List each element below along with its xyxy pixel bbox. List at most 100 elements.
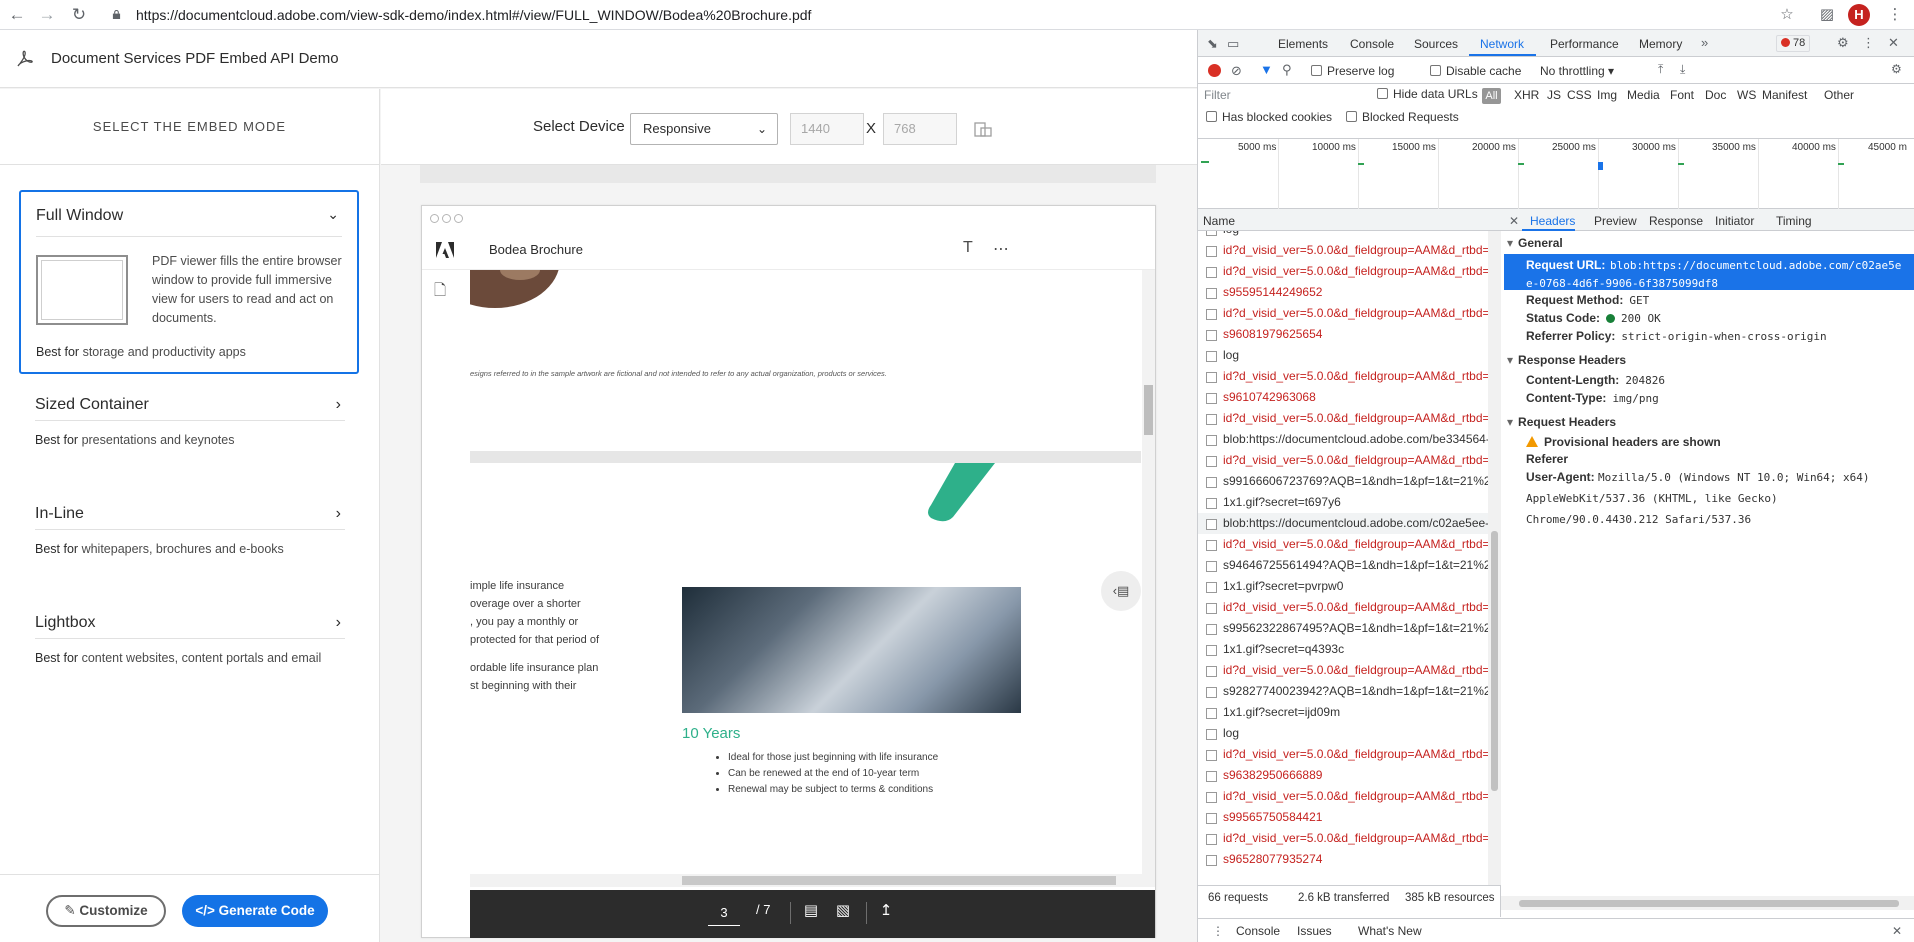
more-tabs-icon[interactable]: » (1701, 35, 1708, 50)
request-row[interactable]: s99166606723769?AQB=1&ndh=1&pf=1&t=21%2F (1198, 471, 1488, 492)
filter-manifest[interactable]: Manifest (1762, 88, 1807, 102)
device-toolbar-icon[interactable]: ▭ (1227, 36, 1239, 52)
browser-menu-icon[interactable]: ⋮ (1884, 4, 1906, 26)
detail-horizontal-scrollbar[interactable] (1501, 896, 1914, 910)
horizontal-scrollbar[interactable] (470, 874, 1155, 887)
request-row[interactable]: 1x1.gif?secret=pvrpw0 (1198, 576, 1488, 597)
mode-lightbox[interactable]: Lightbox › Best for content websites, con… (35, 609, 345, 665)
filter-all-chip[interactable]: All (1482, 88, 1501, 104)
request-row[interactable]: s95595144249652 (1198, 282, 1488, 303)
inspect-element-icon[interactable]: ⬊ (1207, 36, 1218, 52)
tab-initiator[interactable]: Initiator (1715, 214, 1754, 228)
hide-data-urls-checkbox[interactable]: Hide data URLs (1377, 87, 1478, 101)
request-row[interactable]: id?d_visid_ver=5.0.0&d_fieldgroup=AAM&d_… (1198, 660, 1488, 681)
tab-performance[interactable]: Performance (1550, 37, 1619, 51)
filter-js[interactable]: JS (1547, 88, 1561, 102)
request-row[interactable]: id?d_visid_ver=5.0.0&d_fieldgroup=AAM&d_… (1198, 744, 1488, 765)
network-overview-timeline[interactable]: 5000 ms 10000 ms 15000 ms 20000 ms 25000… (1198, 139, 1914, 209)
request-row[interactable]: 1x1.gif?secret=q4393c (1198, 639, 1488, 660)
filter-css[interactable]: CSS (1567, 88, 1592, 102)
request-row[interactable]: s96081979625654 (1198, 324, 1488, 345)
request-row[interactable]: id?d_visid_ver=5.0.0&d_fieldgroup=AAM&d_… (1198, 240, 1488, 261)
filter-ws[interactable]: WS (1737, 88, 1756, 102)
profile-avatar[interactable]: H (1848, 4, 1870, 26)
network-settings-gear-icon[interactable]: ⚙ (1891, 62, 1902, 76)
text-tool-icon[interactable]: T (963, 239, 973, 257)
request-row[interactable]: blob:https://documentcloud.adobe.com/be3… (1198, 429, 1488, 450)
request-row[interactable]: id?d_visid_ver=5.0.0&d_fieldgroup=AAM&d_… (1198, 366, 1488, 387)
filter-input[interactable]: Filter (1204, 88, 1374, 102)
request-row[interactable]: id?d_visid_ver=5.0.0&d_fieldgroup=AAM&d_… (1198, 828, 1488, 849)
mode-sized-container[interactable]: Sized Container › Best for presentations … (35, 391, 345, 447)
request-row[interactable]: s96382950666889 (1198, 765, 1488, 786)
back-icon[interactable]: ← (6, 4, 28, 26)
tab-response[interactable]: Response (1649, 214, 1703, 228)
tab-headers[interactable]: Headers (1530, 214, 1575, 228)
device-dropdown[interactable]: Responsive ⌄ (630, 113, 778, 145)
request-row[interactable]: blob:https://documentcloud.adobe.com/c02… (1198, 513, 1488, 534)
import-har-icon[interactable]: ⤒ (1658, 62, 1663, 77)
request-row[interactable]: s92827740023942?AQB=1&ndh=1&pf=1&t=21%2F (1198, 681, 1488, 702)
page-number-input[interactable]: 3 (708, 900, 740, 926)
drawer-tab-issues[interactable]: Issues (1297, 924, 1332, 938)
address-bar[interactable]: https://documentcloud.adobe.com/view-sdk… (104, 4, 1754, 26)
tab-timing[interactable]: Timing (1776, 214, 1812, 228)
mode-in-line[interactable]: In-Line › Best for whitepapers, brochures… (35, 500, 345, 556)
filter-media[interactable]: Media (1627, 88, 1660, 102)
clear-icon[interactable]: ⊘ (1231, 63, 1242, 79)
customize-button[interactable]: ✎ Customize (46, 895, 166, 927)
filter-font[interactable]: Font (1670, 88, 1694, 102)
chevron-down-icon[interactable]: ⌄ (327, 206, 339, 223)
response-headers-toggle[interactable]: Response Headers (1507, 353, 1626, 367)
width-input[interactable]: 1440 (790, 113, 864, 145)
general-section-toggle[interactable]: General (1507, 236, 1563, 250)
request-row[interactable]: s94646725561494?AQB=1&ndh=1&pf=1&t=21%2F (1198, 555, 1488, 576)
close-detail-icon[interactable]: ✕ (1509, 214, 1519, 228)
request-row[interactable]: id?d_visid_ver=5.0.0&d_fieldgroup=AAM&d_… (1198, 597, 1488, 618)
blocked-requests-checkbox[interactable]: Blocked Requests (1346, 110, 1459, 124)
tab-elements[interactable]: Elements (1278, 37, 1328, 51)
has-blocked-cookies-checkbox[interactable]: Has blocked cookies (1206, 110, 1332, 124)
tab-memory[interactable]: Memory (1639, 37, 1682, 51)
request-row[interactable]: id?d_visid_ver=5.0.0&d_fieldgroup=AAM&d_… (1198, 261, 1488, 282)
extensions-puzzle-icon[interactable]: ▨ (1816, 4, 1838, 26)
request-row[interactable]: s99565750584421 (1198, 807, 1488, 828)
drawer-tab-console[interactable]: Console (1236, 924, 1280, 938)
request-row[interactable]: id?d_visid_ver=5.0.0&d_fieldgroup=AAM&d_… (1198, 408, 1488, 429)
record-icon[interactable] (1208, 64, 1221, 77)
settings-gear-icon[interactable]: ⚙ (1837, 35, 1849, 51)
tab-console[interactable]: Console (1350, 37, 1394, 51)
throttling-dropdown[interactable]: No throttling ▾ (1540, 64, 1614, 78)
tab-sources[interactable]: Sources (1414, 37, 1458, 51)
request-row[interactable]: log (1198, 231, 1488, 240)
disable-cache-checkbox[interactable]: Disable cache (1430, 64, 1521, 78)
fit-width-icon[interactable]: ▧ (832, 901, 854, 925)
request-headers-toggle[interactable]: Request Headers (1507, 415, 1616, 429)
generate-code-button[interactable]: </> Generate Code (182, 895, 328, 927)
chevron-right-icon[interactable]: › (336, 391, 341, 419)
search-icon[interactable]: ⚲ (1282, 62, 1292, 78)
request-row[interactable]: id?d_visid_ver=5.0.0&d_fieldgroup=AAM&d_… (1198, 534, 1488, 555)
filter-funnel-icon[interactable]: ▼ (1260, 62, 1273, 77)
upload-icon[interactable]: ↥ (875, 901, 897, 925)
bookmark-star-icon[interactable]: ☆ (1776, 4, 1798, 26)
request-row[interactable]: id?d_visid_ver=5.0.0&d_fieldgroup=AAM&d_… (1198, 450, 1488, 471)
file-icon[interactable]: 🗋 (434, 280, 446, 305)
request-row[interactable]: s99562322867495?AQB=1&ndh=1&pf=1&t=21%2F (1198, 618, 1488, 639)
request-row[interactable]: 1x1.gif?secret=ijd09m (1198, 702, 1488, 723)
request-row[interactable]: s9610742963068 (1198, 387, 1488, 408)
kebab-menu-icon[interactable]: ⋮ (1862, 35, 1875, 51)
filter-doc[interactable]: Doc (1705, 88, 1726, 102)
chevron-right-icon[interactable]: › (336, 500, 341, 528)
preserve-log-checkbox[interactable]: Preserve log (1311, 64, 1394, 78)
reload-icon[interactable]: ↻ (68, 4, 90, 26)
request-row[interactable]: log (1198, 345, 1488, 366)
filter-other[interactable]: Other (1824, 88, 1854, 102)
close-drawer-icon[interactable]: ✕ (1892, 924, 1902, 938)
mode-full-window[interactable]: Full Window ⌄ PDF viewer fills the entir… (19, 190, 359, 374)
filter-img[interactable]: Img (1597, 88, 1617, 102)
chevron-right-icon[interactable]: › (336, 609, 341, 637)
drawer-tab-whats-new[interactable]: What's New (1358, 924, 1422, 938)
close-devtools-icon[interactable]: ✕ (1888, 35, 1899, 51)
vertical-scrollbar[interactable] (1142, 270, 1155, 874)
